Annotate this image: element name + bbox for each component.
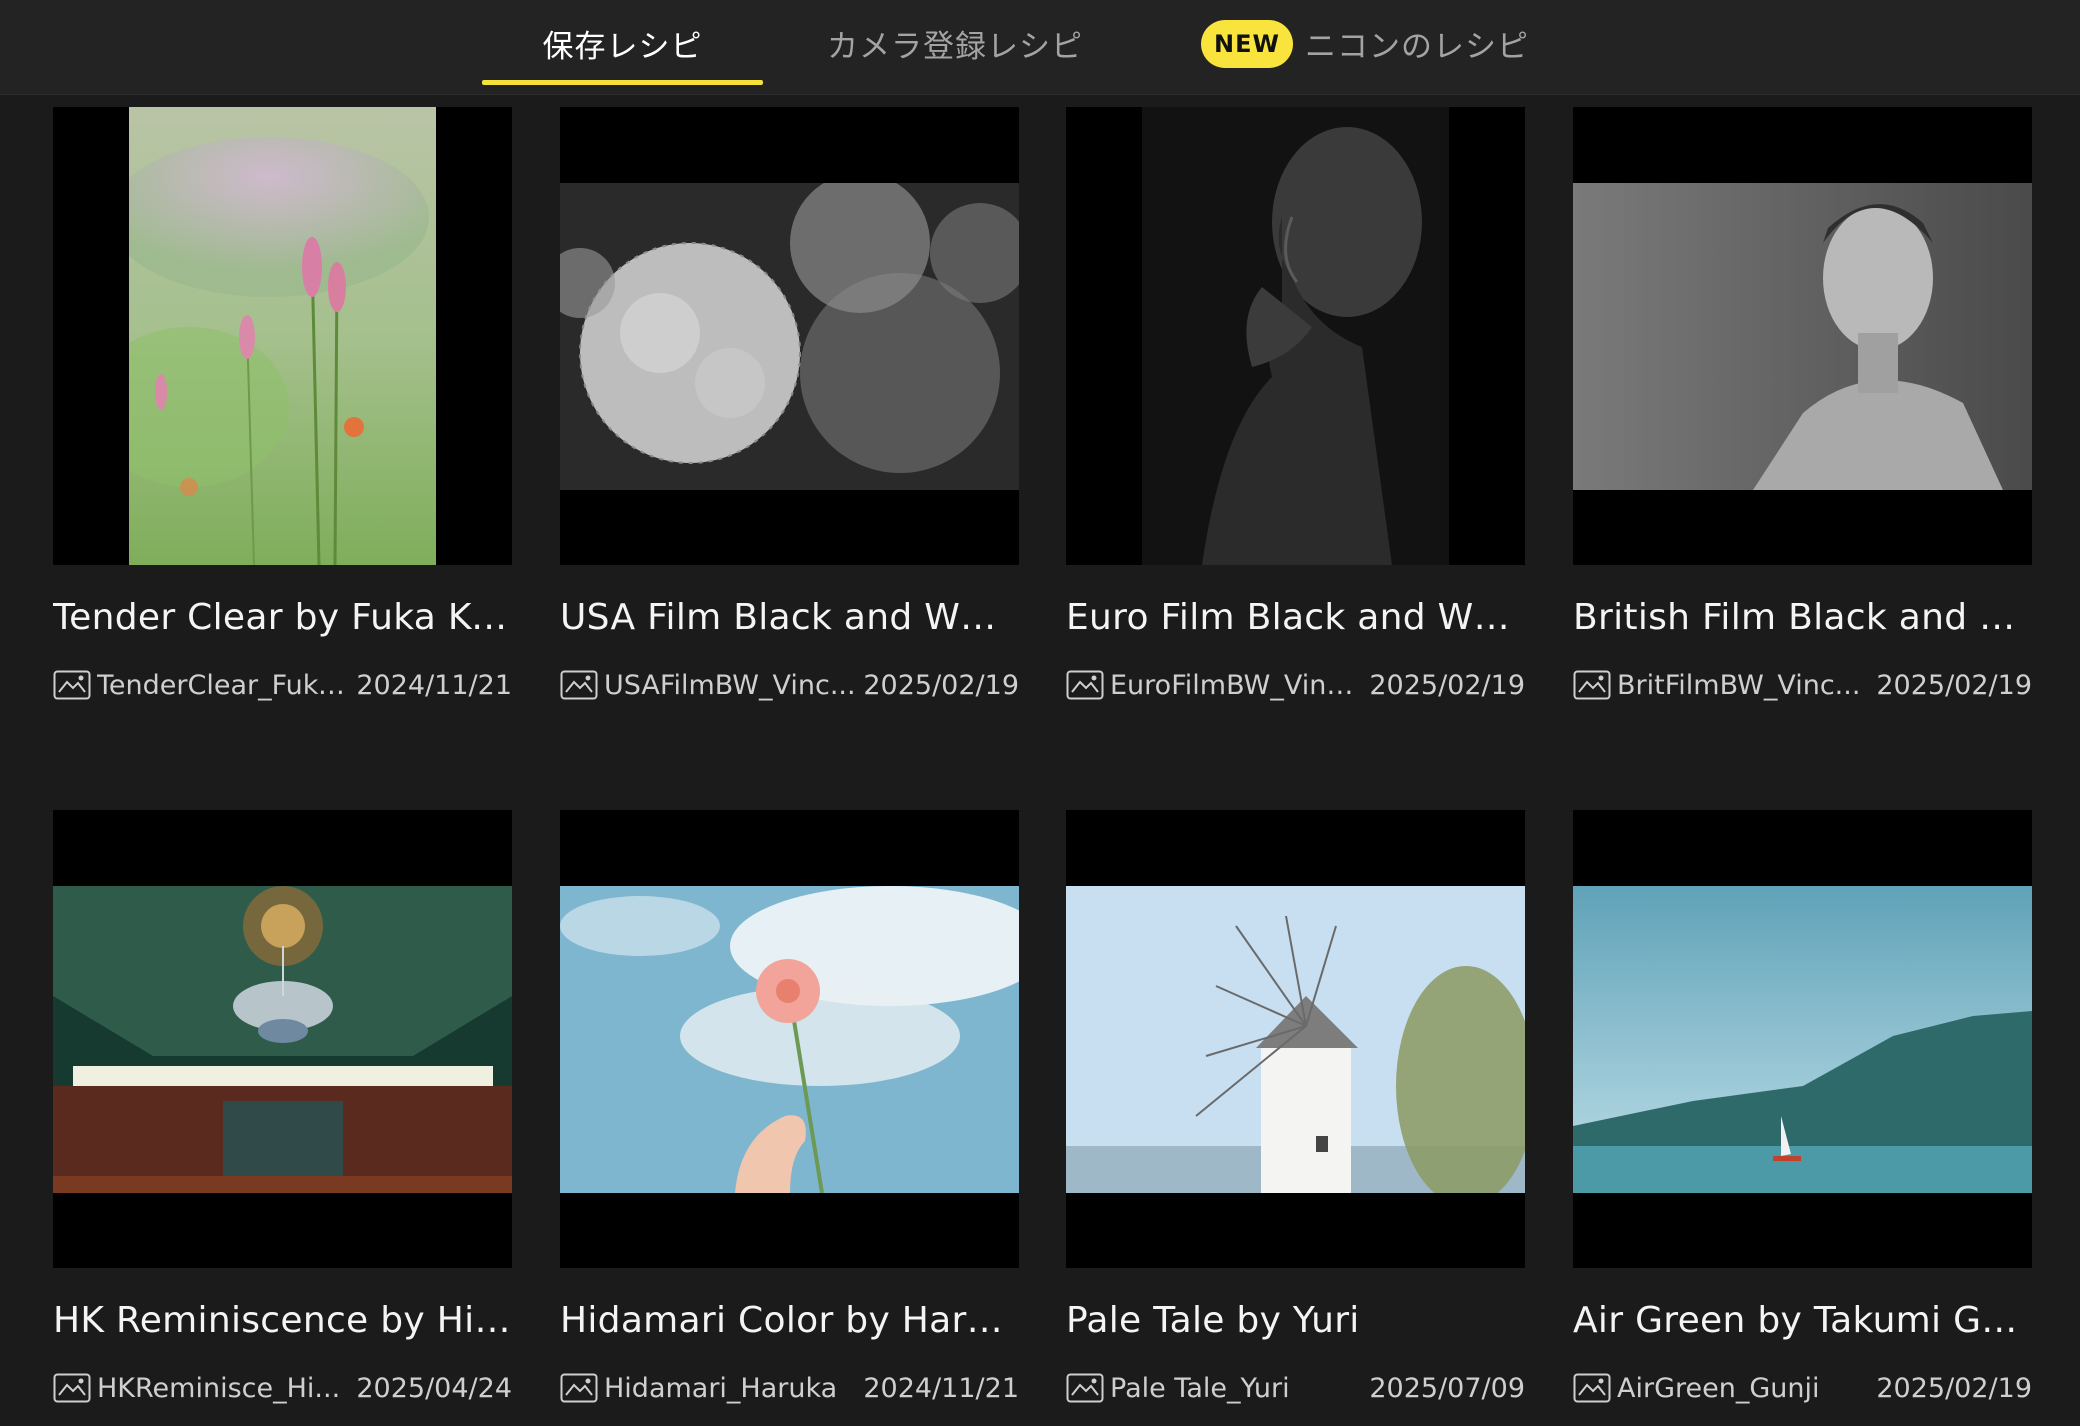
recipe-file-name: EuroFilmBW_Vinc... [1110, 669, 1364, 701]
recipe-thumbnail[interactable] [53, 810, 512, 1268]
recipe-file-icon [53, 670, 91, 700]
recipe-file-name: BritFilmBW_Vinc... [1617, 669, 1861, 701]
recipe-file-name: AirGreen_Gunji [1617, 1372, 1820, 1404]
recipe-file-name: TenderClear_FukaK [97, 669, 351, 701]
tab-nikon-recipes[interactable]: ニコンのレシピ [1305, 0, 1555, 86]
recipe-title: Hidamari Color by Haruk... [560, 1300, 1019, 1341]
recipe-date: 2025/07/09 [1369, 1372, 1525, 1404]
recipe-date: 2025/02/19 [863, 669, 1019, 701]
recipe-thumbnail[interactable] [1066, 107, 1525, 565]
recipe-card[interactable]: Air Green by Takumi Gunji AirGreen_Gunji… [1573, 810, 2032, 1404]
recipe-title: Air Green by Takumi Gunji [1573, 1300, 2032, 1341]
recipe-file-name: USAFilmBW_Vinc... [604, 669, 856, 701]
recipe-date: 2025/02/19 [1369, 669, 1525, 701]
new-badge: NEW [1201, 20, 1293, 68]
recipe-date: 2024/11/21 [863, 1372, 1019, 1404]
recipe-meta: AirGreen_Gunji 2025/02/19 [1573, 1370, 2032, 1406]
recipe-card[interactable]: Tender Clear by Fuka Ka... TenderClear_F… [53, 107, 512, 701]
recipe-meta: TenderClear_FukaK 2024/11/21 [53, 667, 512, 703]
recipe-title: Euro Film Black and Whit... [1066, 597, 1525, 638]
tab-saved-recipes[interactable]: 保存レシピ [482, 0, 763, 86]
recipe-card[interactable]: British Film Black and W... BritFilmBW_V… [1573, 107, 2032, 701]
recipe-thumbnail[interactable] [1573, 107, 2032, 565]
recipe-meta: USAFilmBW_Vinc... 2025/02/19 [560, 667, 1019, 703]
recipe-meta: Hidamari_Haruka 2024/11/21 [560, 1370, 1019, 1406]
recipe-card[interactable]: HK Reminiscence by Hiu... HKReminisce_Hi… [53, 810, 512, 1404]
recipe-title: Tender Clear by Fuka Ka... [53, 597, 512, 638]
recipe-file-name: HKReminisce_Hi... [97, 1372, 341, 1404]
recipe-file-icon [53, 1373, 91, 1403]
recipe-title: British Film Black and W... [1573, 597, 2032, 638]
hydrangea-photo-icon [560, 183, 1019, 490]
recipe-file-name: Hidamari_Haruka [604, 1372, 838, 1404]
recipe-card[interactable]: Euro Film Black and Whit... EuroFilmBW_V… [1066, 107, 1525, 701]
recipe-file-icon [1066, 1373, 1104, 1403]
recipe-file-icon [1573, 670, 1611, 700]
recipe-title: HK Reminiscence by Hiu... [53, 1300, 512, 1341]
recipe-grid: Tender Clear by Fuka Ka... TenderClear_F… [0, 94, 2080, 1426]
windmill-photo-icon [1066, 886, 1525, 1193]
recipe-card[interactable]: Hidamari Color by Haruk... Hidamari_Haru… [560, 810, 1019, 1404]
recipe-date: 2025/04/24 [356, 1372, 512, 1404]
recipe-file-name: Pale Tale_Yuri [1110, 1372, 1290, 1404]
flower-photo-icon [129, 107, 436, 565]
recipe-title: USA Film Black and Whit... [560, 597, 1019, 638]
recipe-meta: HKReminisce_Hi... 2025/04/24 [53, 1370, 512, 1406]
recipe-thumbnail[interactable] [560, 810, 1019, 1268]
recipe-meta: EuroFilmBW_Vinc... 2025/02/19 [1066, 667, 1525, 703]
flower-sky-photo-icon [560, 886, 1019, 1193]
recipe-file-icon [560, 670, 598, 700]
recipe-thumbnail[interactable] [53, 107, 512, 565]
portrait-photo-icon [1142, 107, 1449, 565]
recipe-date: 2025/02/19 [1876, 1372, 2032, 1404]
recipe-file-icon [560, 1373, 598, 1403]
recipe-file-icon [1066, 670, 1104, 700]
recipe-title: Pale Tale by Yuri [1066, 1300, 1360, 1341]
recipe-date: 2025/02/19 [1876, 669, 2032, 701]
recipe-meta: BritFilmBW_Vinc... 2025/02/19 [1573, 667, 2032, 703]
recipe-card[interactable]: USA Film Black and Whit... USAFilmBW_Vin… [560, 107, 1019, 701]
recipe-date: 2024/11/21 [356, 669, 512, 701]
ceiling-photo-icon [53, 886, 512, 1193]
lake-photo-icon [1573, 886, 2032, 1193]
portrait-photo-icon [1573, 183, 2032, 490]
active-tab-indicator [482, 80, 763, 85]
recipe-meta: Pale Tale_Yuri 2025/07/09 [1066, 1370, 1525, 1406]
recipe-thumbnail[interactable] [1066, 810, 1525, 1268]
recipe-card[interactable]: Pale Tale by Yuri Pale Tale_Yuri 2025/07… [1066, 810, 1525, 1404]
recipe-thumbnail[interactable] [560, 107, 1019, 565]
recipe-thumbnail[interactable] [1573, 810, 2032, 1268]
tab-bar: 保存レシピ カメラ登録レシピ NEW ニコンのレシピ [0, 0, 2080, 95]
tab-camera-recipes[interactable]: カメラ登録レシピ [800, 0, 1110, 86]
recipe-file-icon [1573, 1373, 1611, 1403]
